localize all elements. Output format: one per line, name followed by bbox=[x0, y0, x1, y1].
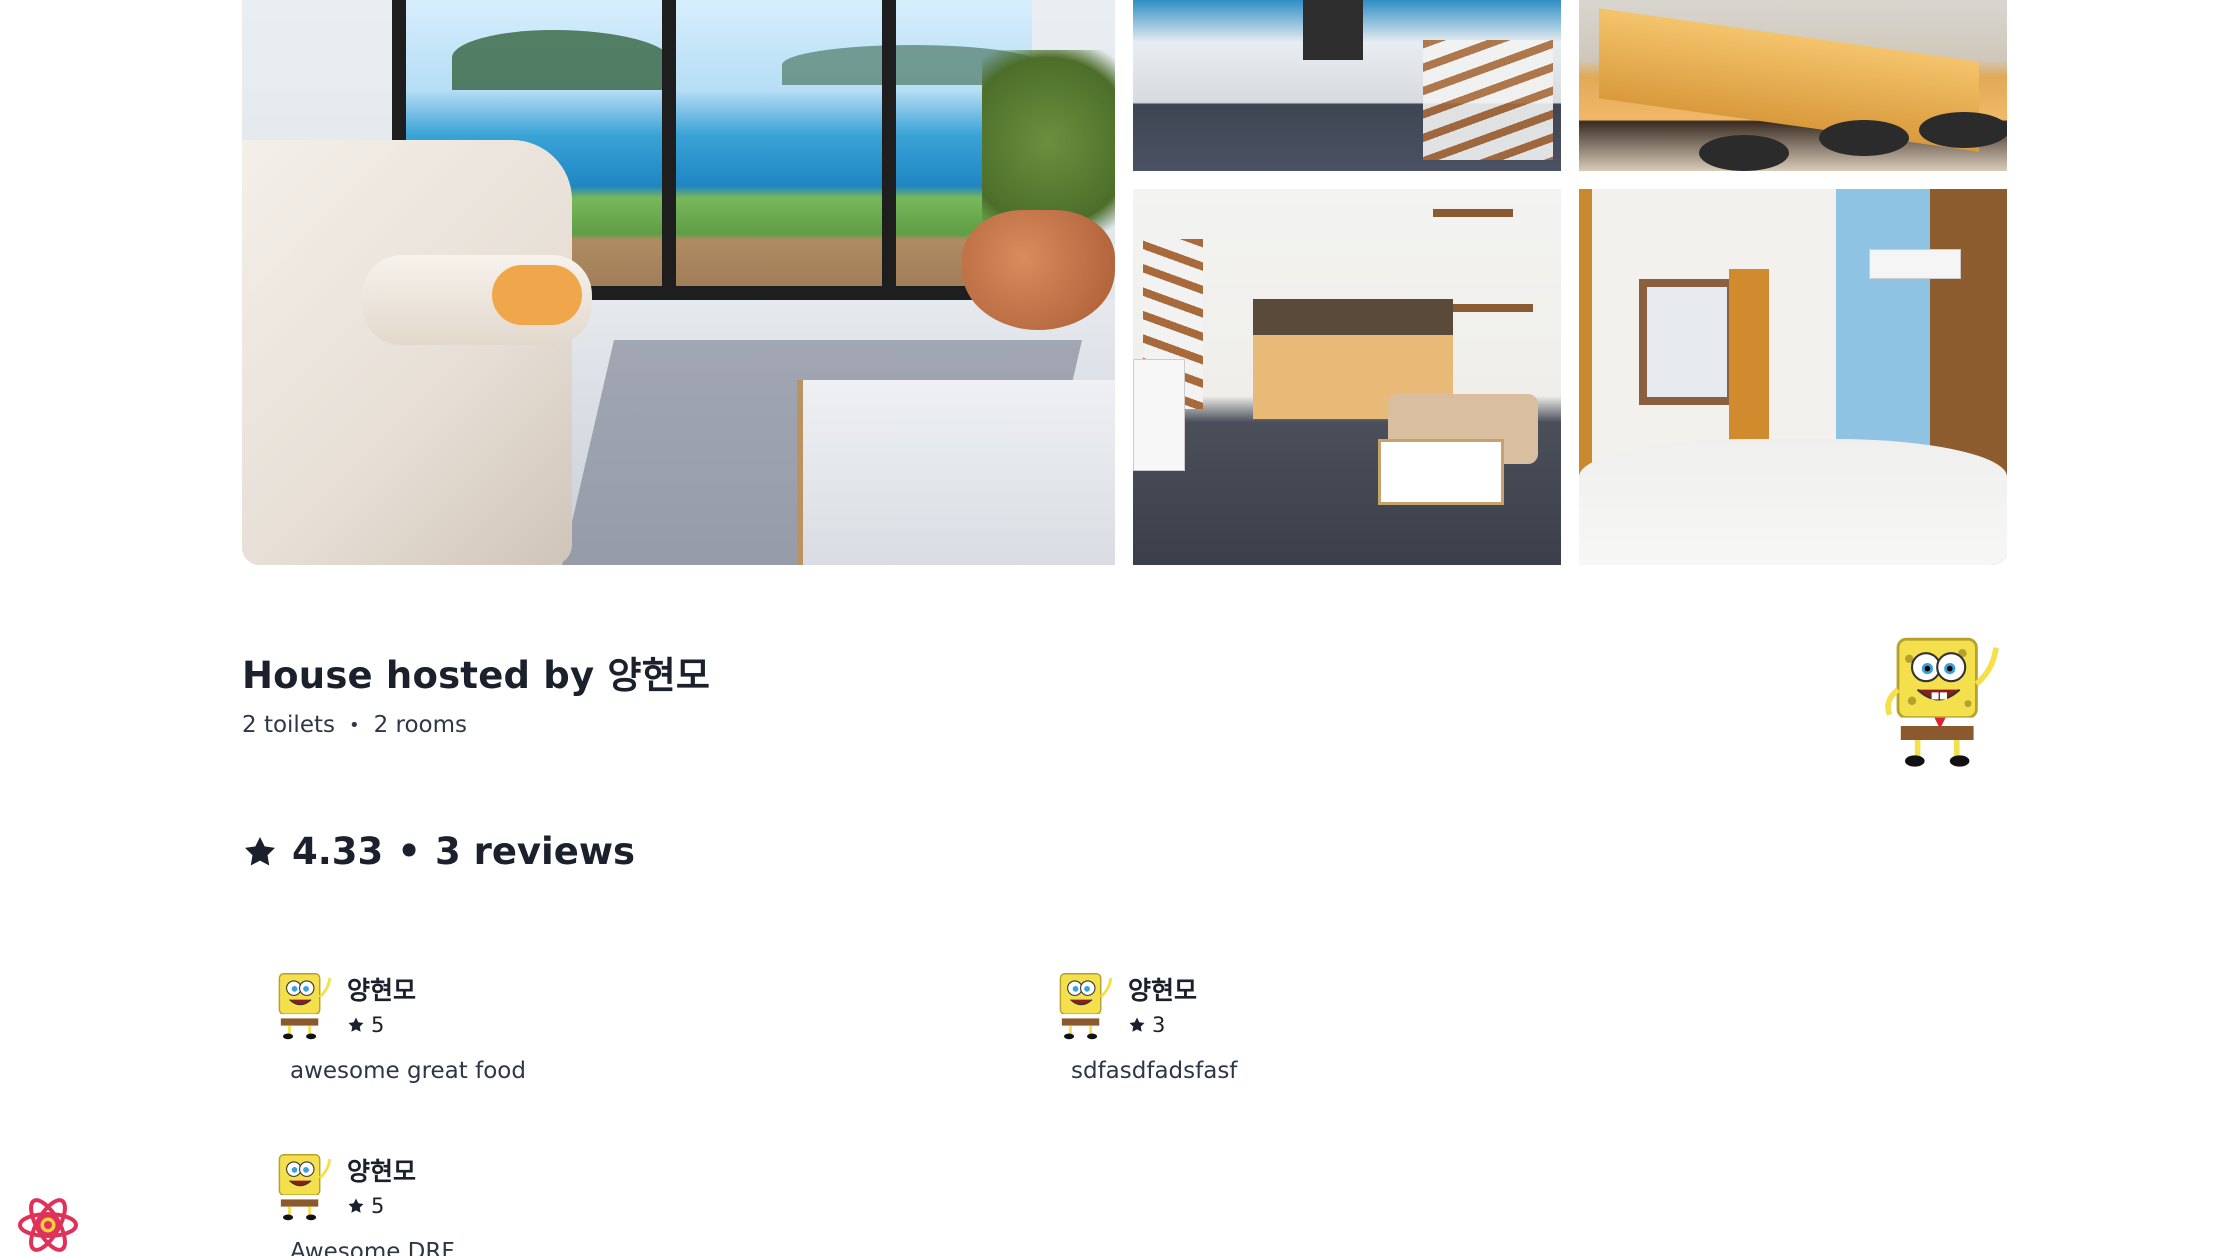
photo-gallery bbox=[242, 0, 2009, 565]
photo-3[interactable] bbox=[1579, 0, 2007, 171]
rating-separator: • bbox=[397, 830, 421, 873]
toilets-count: 2 toilets bbox=[242, 712, 335, 738]
photo-2[interactable] bbox=[1133, 0, 1561, 171]
reviewer-name: 양현모 bbox=[1128, 976, 1198, 1005]
review-card: 양현모 3 sdfasdfadsfasf bbox=[1046, 968, 1746, 1084]
rooms-count: 2 rooms bbox=[373, 712, 468, 738]
review-rating: 5 bbox=[347, 1013, 416, 1037]
review-rating-value: 5 bbox=[371, 1194, 385, 1218]
reviewer-name: 양현모 bbox=[347, 976, 417, 1005]
separator-dot: • bbox=[348, 714, 360, 736]
listing-details: 2 toilets • 2 rooms bbox=[242, 712, 467, 738]
reviewer-name: 양현모 bbox=[347, 1157, 417, 1186]
review-rating-value: 5 bbox=[371, 1013, 385, 1037]
photo-5[interactable] bbox=[1579, 189, 2007, 565]
star-icon bbox=[1129, 1017, 1145, 1032]
review-text: awesome great food bbox=[290, 1058, 526, 1084]
review-rating-value: 3 bbox=[1152, 1013, 1166, 1037]
star-icon bbox=[245, 836, 275, 865]
review-card: 양현모 5 Awesome DRF bbox=[265, 1149, 965, 1256]
listing-title: House hosted by 양현모 bbox=[242, 654, 711, 697]
main-photo[interactable] bbox=[242, 0, 1115, 565]
photo-4[interactable] bbox=[1133, 189, 1561, 565]
rating-summary: 4.33 • 3 reviews bbox=[242, 830, 635, 873]
star-icon bbox=[348, 1198, 364, 1213]
review-text: sdfasdfadsfasf bbox=[1071, 1058, 1238, 1084]
review-rating: 3 bbox=[1128, 1013, 1197, 1037]
star-icon bbox=[348, 1017, 364, 1032]
reviews-count: 3 reviews bbox=[434, 830, 636, 873]
rating-value: 4.33 bbox=[292, 830, 384, 873]
host-avatar[interactable] bbox=[1870, 628, 2010, 768]
react-logo-icon[interactable] bbox=[15, 1195, 81, 1255]
review-card: 양현모 5 awesome great food bbox=[265, 968, 965, 1084]
review-text: Awesome DRF bbox=[290, 1239, 455, 1256]
reviewer-avatar[interactable] bbox=[1046, 968, 1118, 1040]
review-rating: 5 bbox=[347, 1194, 416, 1218]
room-detail-page: House hosted by 양현모 2 toilets • 2 rooms … bbox=[0, 0, 2221, 1256]
reviewer-avatar[interactable] bbox=[265, 1149, 337, 1221]
reviewer-avatar[interactable] bbox=[265, 968, 337, 1040]
